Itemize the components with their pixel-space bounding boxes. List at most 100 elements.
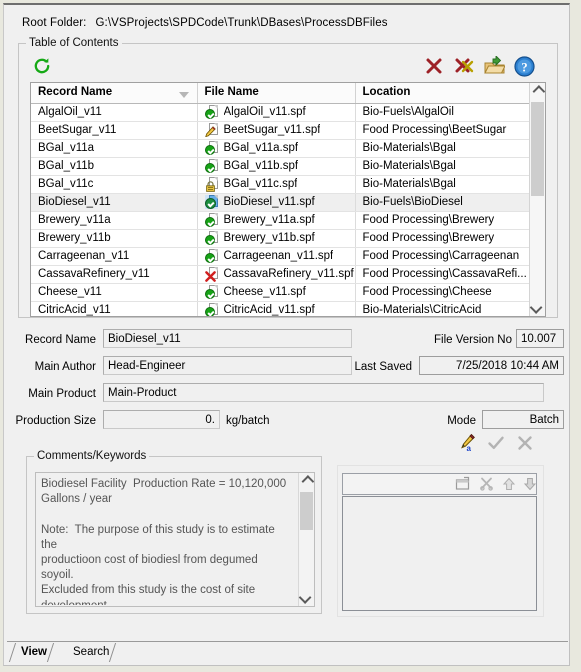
keyword-new-button[interactable] xyxy=(453,476,471,494)
cell-location: Bio-Materials\Bgal xyxy=(355,157,530,176)
tab-right-edge xyxy=(109,643,127,662)
file-cell-content: BGal_v11a.spf xyxy=(204,140,355,157)
cell-file-name: Brewery_v11a.spf xyxy=(197,211,356,230)
table-row[interactable]: BioDiesel_v11 BioDiesel_v11.spf Bio-Fuels\… xyxy=(31,193,530,212)
cell-location: Food Processing\Brewery xyxy=(355,211,530,230)
keyword-move-up-button[interactable] xyxy=(500,476,518,494)
mode-input[interactable] xyxy=(482,410,564,429)
table-row[interactable]: Brewery_v11a Brewery_v11a.spf Food Process… xyxy=(31,211,530,230)
table-row[interactable]: AlgalOil_v11 AlgalOil_v11.spf Bio-Fuels\Al… xyxy=(31,103,530,122)
file-cell-content: BGal_v11b.spf xyxy=(204,158,355,175)
file-version-label: File Version No xyxy=(434,334,512,346)
open-folder-button[interactable] xyxy=(482,54,506,78)
last-saved-input[interactable] xyxy=(419,356,564,375)
cell-location: Food Processing\BeetSugar xyxy=(355,121,530,140)
production-size-input[interactable] xyxy=(103,410,220,429)
table-row[interactable]: BGal_v11c BGal_v11c.spf Bio-Materials\Bgal xyxy=(31,175,530,194)
column-header-file-name[interactable]: File Name xyxy=(197,83,356,104)
status-overlay-icon xyxy=(204,235,215,245)
file-name-text: BeetSugar_v11.spf xyxy=(223,123,321,136)
cell-record-name: BioDiesel_v11 xyxy=(31,193,198,212)
cell-location: Bio-Fuels\BioDiesel xyxy=(355,193,530,212)
cell-file-name: BGal_v11a.spf xyxy=(197,139,356,158)
table-row[interactable]: Brewery_v11b Brewery_v11b.spf Food Process… xyxy=(31,229,530,248)
help-button[interactable]: ? xyxy=(512,54,536,78)
edit-button[interactable]: a xyxy=(456,433,478,455)
file-name-text: CassavaRefinery_v11.spf xyxy=(223,267,354,280)
keywords-toolbar xyxy=(342,473,537,495)
cell-location: Food Processing\Carrageenan xyxy=(355,247,530,266)
cell-location: Bio-Materials\CitricAcid xyxy=(355,301,530,316)
table-row[interactable]: CassavaRefinery_v11 CassavaRefinery_v11.s… xyxy=(31,265,530,284)
column-header-record-name[interactable]: Record Name xyxy=(31,83,198,104)
main-author-input[interactable] xyxy=(103,356,352,375)
svg-text:?: ? xyxy=(521,60,527,74)
tab-view[interactable]: View xyxy=(8,643,65,662)
record-name-input[interactable] xyxy=(103,329,352,348)
table-row[interactable]: Carrageenan_v11 Carrageenan_v11.spf Food P… xyxy=(31,247,530,266)
status-ok-icon xyxy=(204,285,218,299)
table-scrollbar[interactable] xyxy=(529,83,545,316)
root-folder-line: Root Folder: G:\VSProjects\SPDCode\Trunk\… xyxy=(22,17,388,29)
file-name-text: Brewery_v11b.spf xyxy=(223,231,315,244)
table-row[interactable]: Cheese_v11 Cheese_v11.spf Food Processing\… xyxy=(31,283,530,302)
tab-search[interactable]: Search xyxy=(65,643,127,662)
main-product-input[interactable] xyxy=(103,383,544,402)
table-row[interactable]: CitricAcid_v11 CitricAcid_v11.spf Bio-Mate… xyxy=(31,301,530,316)
root-folder-label: Root Folder: xyxy=(22,17,87,29)
main-author-label: Main Author xyxy=(34,361,96,373)
column-header-location[interactable]: Location xyxy=(355,83,530,104)
cell-location: Bio-Fuels\AlgalOil xyxy=(355,103,530,122)
comments-textarea[interactable]: Biodiesel Facility Production Rate = 10,… xyxy=(35,472,315,607)
column-label-record-name: Record Name xyxy=(38,86,113,99)
comments-text: Biodiesel Facility Production Rate = 10,… xyxy=(41,478,287,605)
chevron-up-icon xyxy=(532,85,545,98)
status-ok-icon xyxy=(204,105,218,119)
accept-check-icon xyxy=(487,434,505,455)
cancel-button[interactable] xyxy=(514,433,536,455)
records-table[interactable]: Record Name File Name Location AlgalOil_… xyxy=(30,82,546,317)
comments-scrollbar-thumb[interactable] xyxy=(300,492,313,530)
records-grid: Record Name File Name Location AlgalOil_… xyxy=(31,83,530,316)
file-name-text: CitricAcid_v11.spf xyxy=(223,303,315,316)
file-version-input[interactable] xyxy=(516,329,564,348)
table-header-row: Record Name File Name Location xyxy=(31,83,530,104)
scroll-up-button[interactable] xyxy=(530,83,545,100)
file-cell-content: BGal_v11c.spf xyxy=(205,176,355,193)
keyword-delete-button[interactable] xyxy=(477,476,495,494)
status-open-icon xyxy=(204,195,218,209)
comments-scroll-down-button[interactable] xyxy=(298,589,314,606)
accept-button[interactable] xyxy=(485,433,507,455)
scrollbar-thumb[interactable] xyxy=(531,102,544,196)
file-name-text: BioDiesel_v11.spf xyxy=(223,195,315,208)
status-overlay-icon xyxy=(204,126,216,138)
cell-record-name: BGal_v11b xyxy=(31,157,198,176)
delete-all-button[interactable] xyxy=(452,54,476,78)
table-row[interactable]: BeetSugar_v11 BeetSugar_v11.spf Food Proce… xyxy=(31,121,530,140)
comments-scrollbar[interactable] xyxy=(298,473,314,606)
cell-record-name: BGal_v11a xyxy=(31,139,198,158)
delete-button[interactable] xyxy=(422,54,446,78)
file-cell-content: CassavaRefinery_v11.spf xyxy=(204,266,355,283)
move-up-icon xyxy=(502,477,516,494)
cell-record-name: Brewery_v11a xyxy=(31,211,198,230)
file-name-text: AlgalOil_v11.spf xyxy=(223,105,306,118)
file-cell-content: Brewery_v11b.spf xyxy=(204,230,355,247)
table-row[interactable]: BGal_v11b BGal_v11b.spf Bio-Materials\Bgal xyxy=(31,157,530,176)
tab-view-label: View xyxy=(21,646,47,658)
refresh-button[interactable] xyxy=(30,54,54,78)
table-of-contents-title: Table of Contents xyxy=(26,37,122,49)
cancel-x-icon xyxy=(516,434,534,455)
status-locked-icon xyxy=(205,177,218,192)
keyword-move-down-button[interactable] xyxy=(521,476,539,494)
chevron-down-icon xyxy=(298,591,312,604)
keywords-list[interactable] xyxy=(342,496,537,611)
file-cell-content: BioDiesel_v11.spf xyxy=(204,194,355,211)
status-overlay-icon xyxy=(204,289,215,299)
status-overlay-icon xyxy=(204,253,215,263)
tab-strip: View Search xyxy=(7,641,568,662)
scroll-down-button[interactable] xyxy=(529,299,545,316)
comments-scroll-up-button[interactable] xyxy=(299,473,314,490)
file-name-text: Carrageenan_v11.spf xyxy=(223,249,334,262)
table-row[interactable]: BGal_v11a BGal_v11a.spf Bio-Materials\Bgal xyxy=(31,139,530,158)
